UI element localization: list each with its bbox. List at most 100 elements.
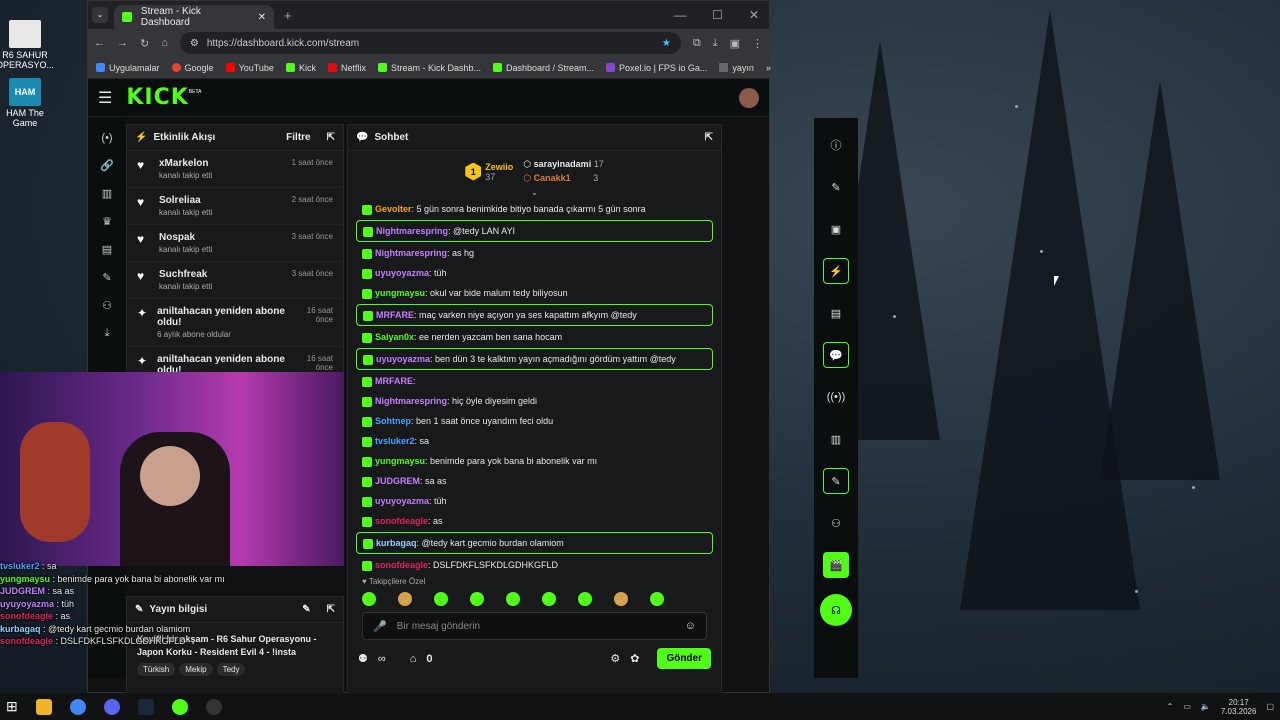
- xbox-icon[interactable]: [171, 698, 188, 715]
- chat-username[interactable]: Gevolter: [375, 204, 412, 214]
- chat-username[interactable]: MRFARE: [376, 310, 414, 320]
- obs-icon[interactable]: [205, 698, 222, 715]
- url-field[interactable]: ⚙ https://dashboard.kick.com/stream ★: [179, 32, 681, 54]
- document-icon[interactable]: ▤: [823, 300, 849, 326]
- bookmark-netflix[interactable]: Netflix: [327, 63, 366, 73]
- info-icon[interactable]: ⓘ: [823, 132, 849, 158]
- extensions-icon[interactable]: ⧉: [693, 37, 701, 50]
- maximize-icon[interactable]: ☐: [712, 8, 723, 22]
- emote-icon[interactable]: [434, 592, 448, 606]
- activity-item[interactable]: ♥ Solreliaa kanalı takip etti 2 saat önce: [127, 188, 343, 225]
- mic-icon[interactable]: 🎤: [373, 620, 387, 633]
- chat-username[interactable]: yungmaysu: [375, 456, 425, 466]
- chat-username[interactable]: Sohtnep: [375, 416, 411, 426]
- back-icon[interactable]: ←: [94, 37, 105, 49]
- activity-item[interactable]: ♥ xMarkelon kanalı takip etti 1 saat önce: [127, 151, 343, 188]
- message-input-box[interactable]: 🎤 Bir mesaj gönderin ☺: [362, 612, 707, 640]
- edit-icon[interactable]: ✎: [302, 604, 310, 615]
- emote-icon[interactable]: [542, 592, 556, 606]
- leader-name[interactable]: Zewiio: [485, 162, 513, 172]
- live-icon[interactable]: (•): [101, 132, 112, 144]
- settings-icon[interactable]: ⚙: [610, 652, 620, 665]
- activity-item[interactable]: ✦ aniltahacan yeniden abone oldu! 16 saat …: [127, 347, 343, 373]
- analytics-icon[interactable]: ▥: [102, 187, 112, 200]
- forward-icon[interactable]: →: [117, 37, 128, 49]
- clapperboard-icon[interactable]: 🎬: [823, 552, 849, 578]
- chat-username[interactable]: uyuyoyazma: [375, 268, 429, 278]
- more-bookmarks-icon[interactable]: »: [766, 63, 771, 73]
- desktop-icon-ham[interactable]: HAM HAM The Game: [0, 78, 55, 128]
- link-icon[interactable]: 🔗: [100, 159, 114, 172]
- chat-username[interactable]: uyuyoyazma: [376, 354, 430, 364]
- emote-picker-icon[interactable]: ✿: [630, 652, 639, 665]
- capture-icon[interactable]: ▣: [823, 216, 849, 242]
- chrome-icon[interactable]: [69, 698, 86, 715]
- leader-name[interactable]: sarayinadami: [534, 159, 592, 169]
- tray-chevron-icon[interactable]: ⌃: [1167, 702, 1174, 711]
- download-icon[interactable]: ⤓: [713, 37, 718, 50]
- users-icon[interactable]: ⚇: [102, 299, 112, 312]
- kick-logo[interactable]: KICK: [126, 85, 188, 110]
- group-icon[interactable]: ⚇: [823, 510, 849, 536]
- filter-button[interactable]: Filtre: [286, 132, 310, 143]
- tab-search-icon[interactable]: ⌄: [92, 7, 108, 23]
- emote-icon[interactable]: [362, 592, 376, 606]
- chat-username[interactable]: Nightmarespring: [376, 226, 448, 236]
- close-window-icon[interactable]: ✕: [749, 8, 759, 22]
- bookmark-apps[interactable]: Uygulamalar: [96, 63, 160, 73]
- bookmark-kick[interactable]: Kick: [285, 63, 316, 73]
- chat-username[interactable]: MRFARE: [375, 376, 413, 386]
- home-icon[interactable]: ⌂: [161, 37, 168, 49]
- steam-icon[interactable]: [137, 698, 154, 715]
- lightning-panel-icon[interactable]: ⚡: [823, 258, 849, 284]
- notification-icon[interactable]: ▢: [1266, 702, 1274, 711]
- emote-icon[interactable]: [470, 592, 484, 606]
- chat-username[interactable]: uyuyoyazma: [375, 496, 429, 506]
- browser-tab[interactable]: Stream - Kick Dashboard ✕: [114, 5, 274, 29]
- chat-username[interactable]: JUDGREM: [375, 476, 420, 486]
- chat-username[interactable]: sonofdeagle: [375, 560, 428, 570]
- desktop-icon-r6[interactable]: R6 SAHUR OPERASYO...: [0, 20, 55, 70]
- bookmark-kick-dashboard[interactable]: Stream - Kick Dashb...: [377, 63, 481, 73]
- chat-username[interactable]: yungmaysu: [375, 288, 425, 298]
- layout-icon[interactable]: ▥: [823, 426, 849, 452]
- expand-chevron-icon[interactable]: ⌄: [348, 188, 721, 197]
- emote-icon[interactable]: [506, 592, 520, 606]
- file-explorer-icon[interactable]: [35, 698, 52, 715]
- broadcast-icon[interactable]: ((•)): [823, 384, 849, 410]
- windows-start-icon[interactable]: ⊞: [6, 698, 18, 715]
- chat-username[interactable]: Nightmarespring: [375, 248, 447, 258]
- emote-icon[interactable]: [578, 592, 592, 606]
- download-icon[interactable]: ⤓: [105, 327, 110, 340]
- popout-icon[interactable]: ⇱: [705, 132, 713, 143]
- network-icon[interactable]: ▭: [1183, 702, 1191, 711]
- store-icon[interactable]: ⌂: [410, 653, 417, 665]
- headset-support-icon[interactable]: ☊: [820, 594, 852, 626]
- profile-icon[interactable]: ▣: [730, 37, 740, 50]
- wrench-panel-icon[interactable]: ✎: [823, 468, 849, 494]
- chat-username[interactable]: sonofdeagle: [375, 516, 428, 526]
- emote-icon[interactable]: [650, 592, 664, 606]
- bookmark-poxel[interactable]: Poxel.io | FPS io Ga...: [606, 63, 707, 73]
- minimize-icon[interactable]: —: [674, 8, 686, 22]
- user-avatar[interactable]: [739, 87, 759, 108]
- new-tab-icon[interactable]: +: [284, 8, 292, 23]
- popout-icon[interactable]: ⇱: [327, 132, 335, 143]
- close-tab-icon[interactable]: ✕: [258, 12, 266, 23]
- bookmark-folder-yayin[interactable]: yayın: [719, 63, 754, 73]
- chat-panel-icon[interactable]: 💬: [823, 342, 849, 368]
- clock[interactable]: 20:17 7.03.2026: [1221, 698, 1257, 716]
- discord-icon[interactable]: [103, 698, 120, 715]
- activity-item[interactable]: ♥ Suchfreak kanalı takip etti 3 saat önce: [127, 262, 343, 299]
- volume-icon[interactable]: 🔈: [1201, 702, 1211, 711]
- pencil-icon[interactable]: ✎: [823, 174, 849, 200]
- tag-chip[interactable]: Türkish: [137, 663, 176, 676]
- emoji-icon[interactable]: ☺: [685, 620, 696, 632]
- tag-chip[interactable]: Tedy: [216, 663, 246, 676]
- emote-icon[interactable]: [614, 592, 628, 606]
- bookmark-youtube[interactable]: YouTube: [225, 63, 274, 73]
- tools-icon[interactable]: ✎: [102, 271, 111, 284]
- bookmark-google[interactable]: Google: [171, 63, 214, 73]
- leader-name[interactable]: Canakk1: [534, 173, 571, 183]
- tag-chip[interactable]: Mekip: [179, 663, 213, 676]
